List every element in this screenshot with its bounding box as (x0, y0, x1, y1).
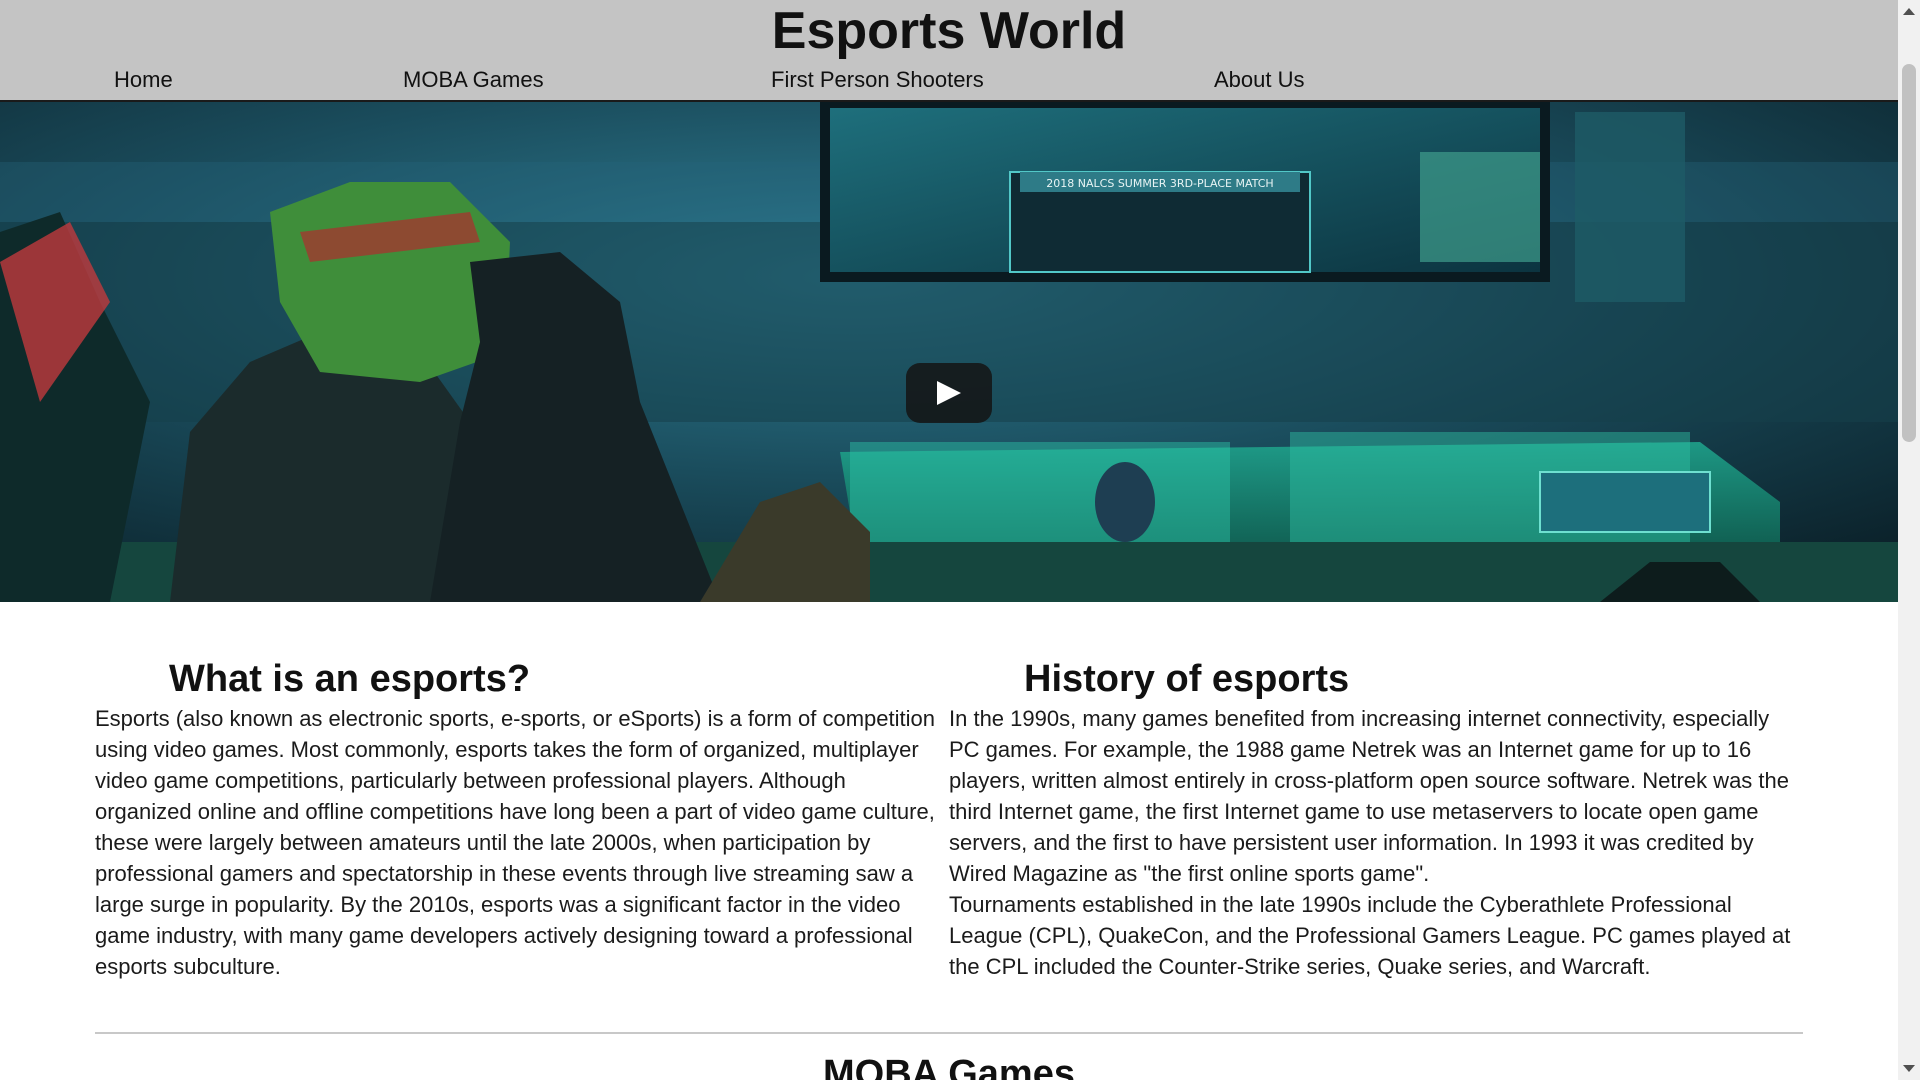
scroll-up-arrow-icon[interactable] (1903, 8, 1915, 15)
nav-link-first-person-shooters[interactable]: First Person Shooters (771, 66, 984, 94)
moba-games-heading: MOBA Games (823, 1053, 1075, 1080)
nav-link-about-us[interactable]: About Us (1214, 66, 1305, 94)
site-title: Esports World (771, 2, 1127, 60)
section-what-is-esports: What is an esports? Esports (also known … (95, 655, 935, 982)
play-icon (937, 381, 961, 405)
hero-video[interactable]: 2018 NALCS SUMMER 3RD-PLACE MATCH (0, 102, 1898, 602)
section-paragraph: In the 1990s, many games benefited from … (949, 706, 1789, 886)
page-scrollbar[interactable] (1898, 0, 1920, 1080)
nav-link-home[interactable]: Home (114, 66, 173, 94)
site-header: Esports World Home MOBA Games First Pers… (0, 0, 1898, 102)
section-history-of-esports: History of esports In the 1990s, many ga… (949, 655, 1805, 982)
arena-banner: 2018 NALCS SUMMER 3RD-PLACE MATCH (1046, 177, 1273, 190)
section-paragraph: Esports (also known as electronic sports… (95, 706, 935, 979)
scrollbar-thumb[interactable] (1902, 64, 1916, 442)
section-heading: History of esports (1024, 658, 1350, 700)
section-divider (95, 1032, 1803, 1034)
play-button[interactable] (906, 363, 992, 423)
scroll-down-arrow-icon[interactable] (1903, 1065, 1915, 1072)
section-heading: What is an esports? (169, 658, 531, 700)
nav-link-moba-games[interactable]: MOBA Games (403, 66, 544, 94)
video-thumbnail: 2018 NALCS SUMMER 3RD-PLACE MATCH (0, 102, 1898, 602)
section-paragraph: Tournaments established in the late 1990… (949, 892, 1791, 979)
page: Esports World Home MOBA Games First Pers… (0, 0, 1898, 1080)
